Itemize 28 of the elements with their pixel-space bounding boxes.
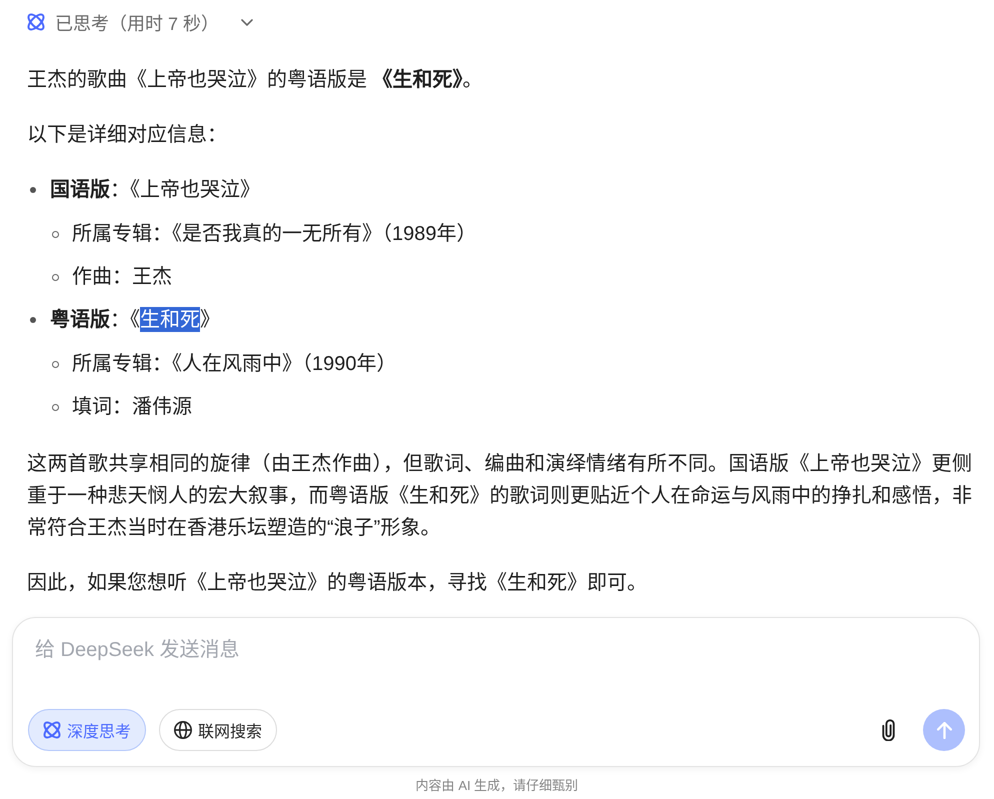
paragraph: 王杰的歌曲《上帝也哭泣》的粤语版是 《生和死》。 — [27, 68, 484, 93]
thinking-toggle[interactable]: 已思考（用时 7 秒） — [27, 10, 254, 34]
arrow-up-icon — [936, 722, 952, 738]
list-item-text: 作曲：王杰 — [72, 265, 172, 290]
toggle-button[interactable]: 深度思考 — [28, 709, 146, 751]
list-item-text: 所属专辑：《人在风雨中》（1990年） — [72, 352, 396, 377]
atom-icon — [43, 721, 61, 739]
list-item-text: 填词：潘伟源 — [72, 395, 192, 420]
list-item-text: 所属专辑：《是否我真的一无所有》（1989年） — [72, 222, 476, 247]
paragraph: 这两首歌共享相同的旋律（由王杰作曲），但歌词、编曲和演绎情绪有所不同。国语版《上帝也哭泣》更侧重于一种悲天悯人的宏大叙事，而粤语版《生和死》的歌词则更贴近个人在命运与风雨中的挣扎和感悟，非常符合王杰当时在香港乐坛塑造的“浪子”形象。 — [27, 452, 972, 541]
toggle-button[interactable]: 联网搜索 — [159, 709, 277, 751]
list-item-text: 粤语版：《生和死》 — [50, 306, 220, 334]
paperclip-icon[interactable] — [882, 719, 895, 741]
list-item-text: 国语版：《上帝也哭泣》 — [50, 178, 260, 203]
composer-card[interactable]: 给 DeepSeek 发送消息 深度思考 联网搜索 — [12, 617, 980, 767]
message-input[interactable]: 给 DeepSeek 发送消息 — [35, 630, 965, 700]
globe-icon — [174, 721, 192, 739]
selected-text: 生和死 — [140, 307, 200, 332]
bullet-circle-icon — [52, 230, 59, 238]
bullet-dot-icon — [30, 187, 36, 193]
bullet-circle-icon — [52, 360, 59, 368]
disclaimer-text: 内容由 AI 生成，请仔细甄别 — [414, 777, 580, 795]
bullet-circle-icon — [52, 274, 59, 280]
paragraph: 因此，如果您想听《上帝也哭泣》的粤语版本，寻找《生和死》即可。 — [27, 570, 648, 596]
atom-icon — [27, 13, 45, 31]
bullet-dot-icon — [30, 317, 36, 323]
paragraph: 以下是详细对应信息： — [27, 123, 228, 148]
bullet-circle-icon — [52, 404, 59, 410]
